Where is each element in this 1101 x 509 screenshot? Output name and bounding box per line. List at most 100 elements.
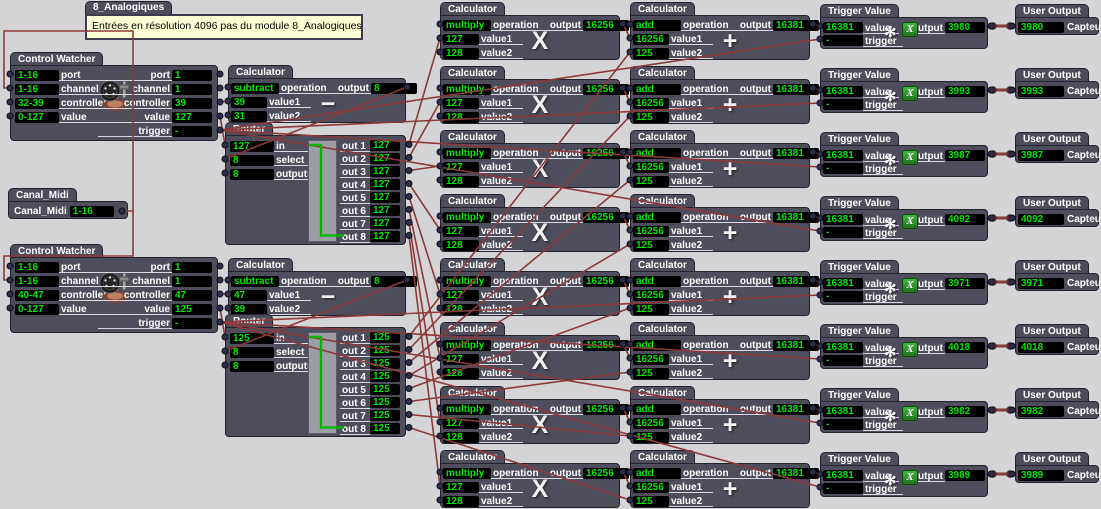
out-field[interactable]: 127 <box>370 153 400 164</box>
port[interactable] <box>7 85 13 91</box>
port[interactable] <box>810 405 816 411</box>
operation-field[interactable]: multiply <box>443 404 491 415</box>
module-tab[interactable]: Calculator <box>630 2 695 16</box>
port[interactable] <box>1009 407 1015 413</box>
port[interactable] <box>222 362 228 368</box>
operation-field[interactable]: add <box>633 20 681 31</box>
operation-field[interactable]: add <box>633 148 681 159</box>
value1-field[interactable]: 127 <box>443 98 479 109</box>
trigger-field[interactable]: - <box>823 227 863 238</box>
port[interactable] <box>988 407 994 413</box>
port[interactable] <box>437 35 443 41</box>
value2-field[interactable]: 128 <box>443 176 479 187</box>
out-field[interactable]: 127 <box>370 218 400 229</box>
port[interactable] <box>406 412 412 418</box>
value1-field[interactable]: 16256 <box>633 290 669 301</box>
port-output-field[interactable]: 1 <box>172 262 212 273</box>
value2-field[interactable]: 31 <box>231 111 267 122</box>
port[interactable] <box>406 233 412 239</box>
value-range-field[interactable]: 0-127 <box>15 112 59 123</box>
port[interactable] <box>437 433 443 439</box>
port[interactable] <box>1009 471 1015 477</box>
out-field[interactable]: 127 <box>370 140 400 151</box>
port[interactable] <box>817 279 823 285</box>
value1-field[interactable]: 16256 <box>633 98 669 109</box>
port[interactable] <box>222 170 228 176</box>
port[interactable] <box>7 291 13 297</box>
out-field[interactable]: 125 <box>370 345 400 356</box>
module-tab[interactable]: Calculator <box>440 130 505 144</box>
router-select-field[interactable]: 8 <box>230 347 274 358</box>
out-field[interactable]: 127 <box>370 179 400 190</box>
port[interactable] <box>627 85 633 91</box>
module-tab[interactable]: User Output <box>1015 324 1089 338</box>
module-tab[interactable]: Canal_Midi <box>8 188 77 202</box>
out-field[interactable]: 125 <box>370 410 400 421</box>
port[interactable] <box>437 355 443 361</box>
port[interactable] <box>810 21 816 27</box>
output-field[interactable]: 3987 <box>945 150 985 161</box>
module-tab[interactable]: Calculator <box>630 386 695 400</box>
port[interactable] <box>817 484 823 490</box>
value2-field[interactable]: 125 <box>633 176 669 187</box>
port[interactable] <box>627 241 633 247</box>
channel-output-field[interactable]: 1 <box>172 276 212 287</box>
user-output-field[interactable]: 4092 <box>1018 214 1064 225</box>
port[interactable] <box>437 241 443 247</box>
operation-field[interactable]: add <box>633 468 681 479</box>
value1-field[interactable]: 16256 <box>633 34 669 45</box>
port[interactable] <box>817 215 823 221</box>
module-tab[interactable]: Trigger Value <box>820 4 899 18</box>
port[interactable] <box>437 163 443 169</box>
router-in-field[interactable]: 127 <box>230 141 274 152</box>
port[interactable] <box>627 305 633 311</box>
user-output-field[interactable]: 3971 <box>1018 278 1064 289</box>
port[interactable] <box>222 348 228 354</box>
value1-field[interactable]: 127 <box>443 162 479 173</box>
module-tab[interactable]: Calculator <box>630 194 695 208</box>
port[interactable] <box>620 149 626 155</box>
port[interactable] <box>437 341 443 347</box>
port[interactable] <box>817 87 823 93</box>
value1-field[interactable]: 127 <box>443 354 479 365</box>
port[interactable] <box>810 85 816 91</box>
port[interactable] <box>406 194 412 200</box>
controller-range-field[interactable]: 32-39 <box>15 98 59 109</box>
port[interactable] <box>817 292 823 298</box>
port[interactable] <box>437 149 443 155</box>
port[interactable] <box>437 419 443 425</box>
value2-field[interactable]: 125 <box>633 368 669 379</box>
port[interactable] <box>627 35 633 41</box>
port[interactable] <box>1009 215 1015 221</box>
port[interactable] <box>437 291 443 297</box>
trigger-field[interactable]: - <box>823 419 863 430</box>
port[interactable] <box>437 369 443 375</box>
port[interactable] <box>810 149 816 155</box>
value1-field[interactable]: 127 <box>443 290 479 301</box>
port[interactable] <box>988 279 994 285</box>
operation-field[interactable]: multiply <box>443 468 491 479</box>
trigger-output-field[interactable]: - <box>172 318 212 329</box>
port[interactable] <box>627 277 633 283</box>
operation-field[interactable]: multiply <box>443 20 491 31</box>
value-field[interactable]: 16381 <box>823 150 863 161</box>
port[interactable] <box>817 36 823 42</box>
value2-field[interactable]: 125 <box>633 48 669 59</box>
port[interactable] <box>627 21 633 27</box>
port[interactable] <box>437 99 443 105</box>
value1-field[interactable]: 16256 <box>633 226 669 237</box>
user-output-field[interactable]: 4018 <box>1018 342 1064 353</box>
output-field[interactable]: 3980 <box>945 22 985 33</box>
port[interactable] <box>406 155 412 161</box>
user-output-field[interactable]: 3993 <box>1018 86 1064 97</box>
module-tab[interactable]: Calculator <box>440 386 505 400</box>
port[interactable] <box>620 277 626 283</box>
out-field[interactable]: 125 <box>370 332 400 343</box>
value2-field[interactable]: 39 <box>231 304 267 315</box>
port[interactable] <box>620 21 626 27</box>
port[interactable] <box>406 220 412 226</box>
port[interactable] <box>627 433 633 439</box>
port[interactable] <box>627 497 633 503</box>
out-field[interactable]: 125 <box>370 371 400 382</box>
out-field[interactable]: 127 <box>370 231 400 242</box>
